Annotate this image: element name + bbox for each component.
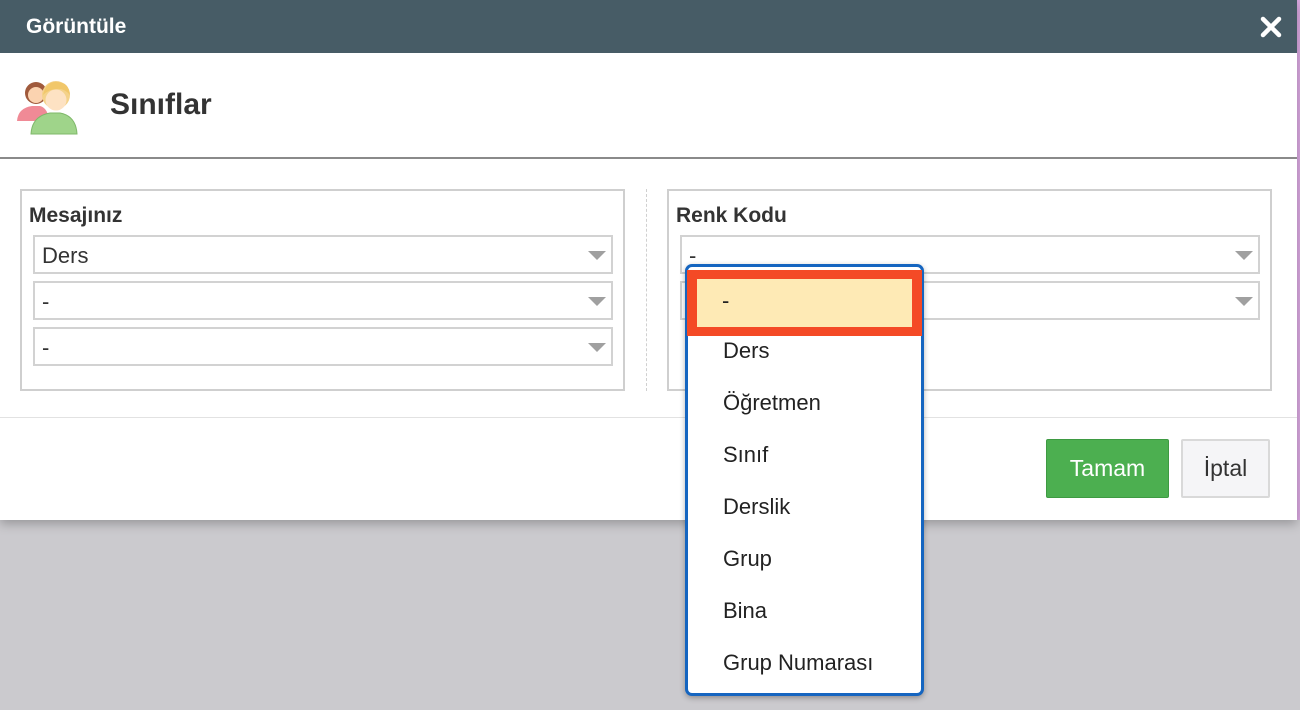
select-value: - bbox=[42, 289, 50, 314]
close-icon[interactable] bbox=[1256, 12, 1286, 42]
cancel-button[interactable]: İptal bbox=[1181, 439, 1270, 498]
ok-button[interactable]: Tamam bbox=[1046, 439, 1169, 498]
message-select-3[interactable]: - bbox=[33, 327, 613, 366]
header-divider bbox=[0, 157, 1297, 159]
dropdown-option[interactable]: Derslik bbox=[688, 481, 921, 533]
select-value: - bbox=[42, 335, 50, 360]
chevron-down-icon bbox=[588, 251, 606, 260]
message-label: Mesajınız bbox=[29, 204, 123, 227]
select-value: Ders bbox=[42, 243, 89, 268]
dropdown-option[interactable]: Grup Numarası bbox=[688, 637, 921, 689]
dropdown-option[interactable]: Grup bbox=[688, 533, 921, 585]
dropdown-option[interactable]: Öğretmen bbox=[688, 377, 921, 429]
page-title: Sınıflar bbox=[110, 88, 212, 121]
dropdown-option-label: - bbox=[697, 279, 912, 327]
chevron-down-icon bbox=[588, 343, 606, 352]
color-code-label: Renk Kodu bbox=[676, 204, 787, 227]
chevron-down-icon bbox=[1235, 251, 1253, 260]
chevron-down-icon bbox=[588, 297, 606, 306]
dropdown-option[interactable]: Ders bbox=[688, 325, 921, 377]
color-code-dropdown-list: - Ders Öğretmen Sınıf Derslik Grup Bina … bbox=[685, 264, 924, 696]
footer-divider bbox=[0, 417, 1297, 418]
dialog-title: Görüntüle bbox=[26, 15, 127, 38]
message-select-1[interactable]: Ders bbox=[33, 235, 613, 274]
dropdown-option[interactable]: Sınıf bbox=[688, 429, 921, 481]
dialog-header: Sınıflar bbox=[0, 53, 1297, 157]
message-panel: Mesajınız Ders - - bbox=[20, 189, 625, 391]
dropdown-option[interactable]: Bina bbox=[688, 585, 921, 637]
dialog-title-bar: Görüntüle bbox=[0, 0, 1297, 53]
users-icon bbox=[14, 73, 82, 139]
chevron-down-icon bbox=[1235, 297, 1253, 306]
column-divider bbox=[646, 189, 647, 391]
message-select-2[interactable]: - bbox=[33, 281, 613, 320]
view-dialog: Görüntüle Sınıflar Mesajınız Ders - - Re… bbox=[0, 0, 1297, 520]
